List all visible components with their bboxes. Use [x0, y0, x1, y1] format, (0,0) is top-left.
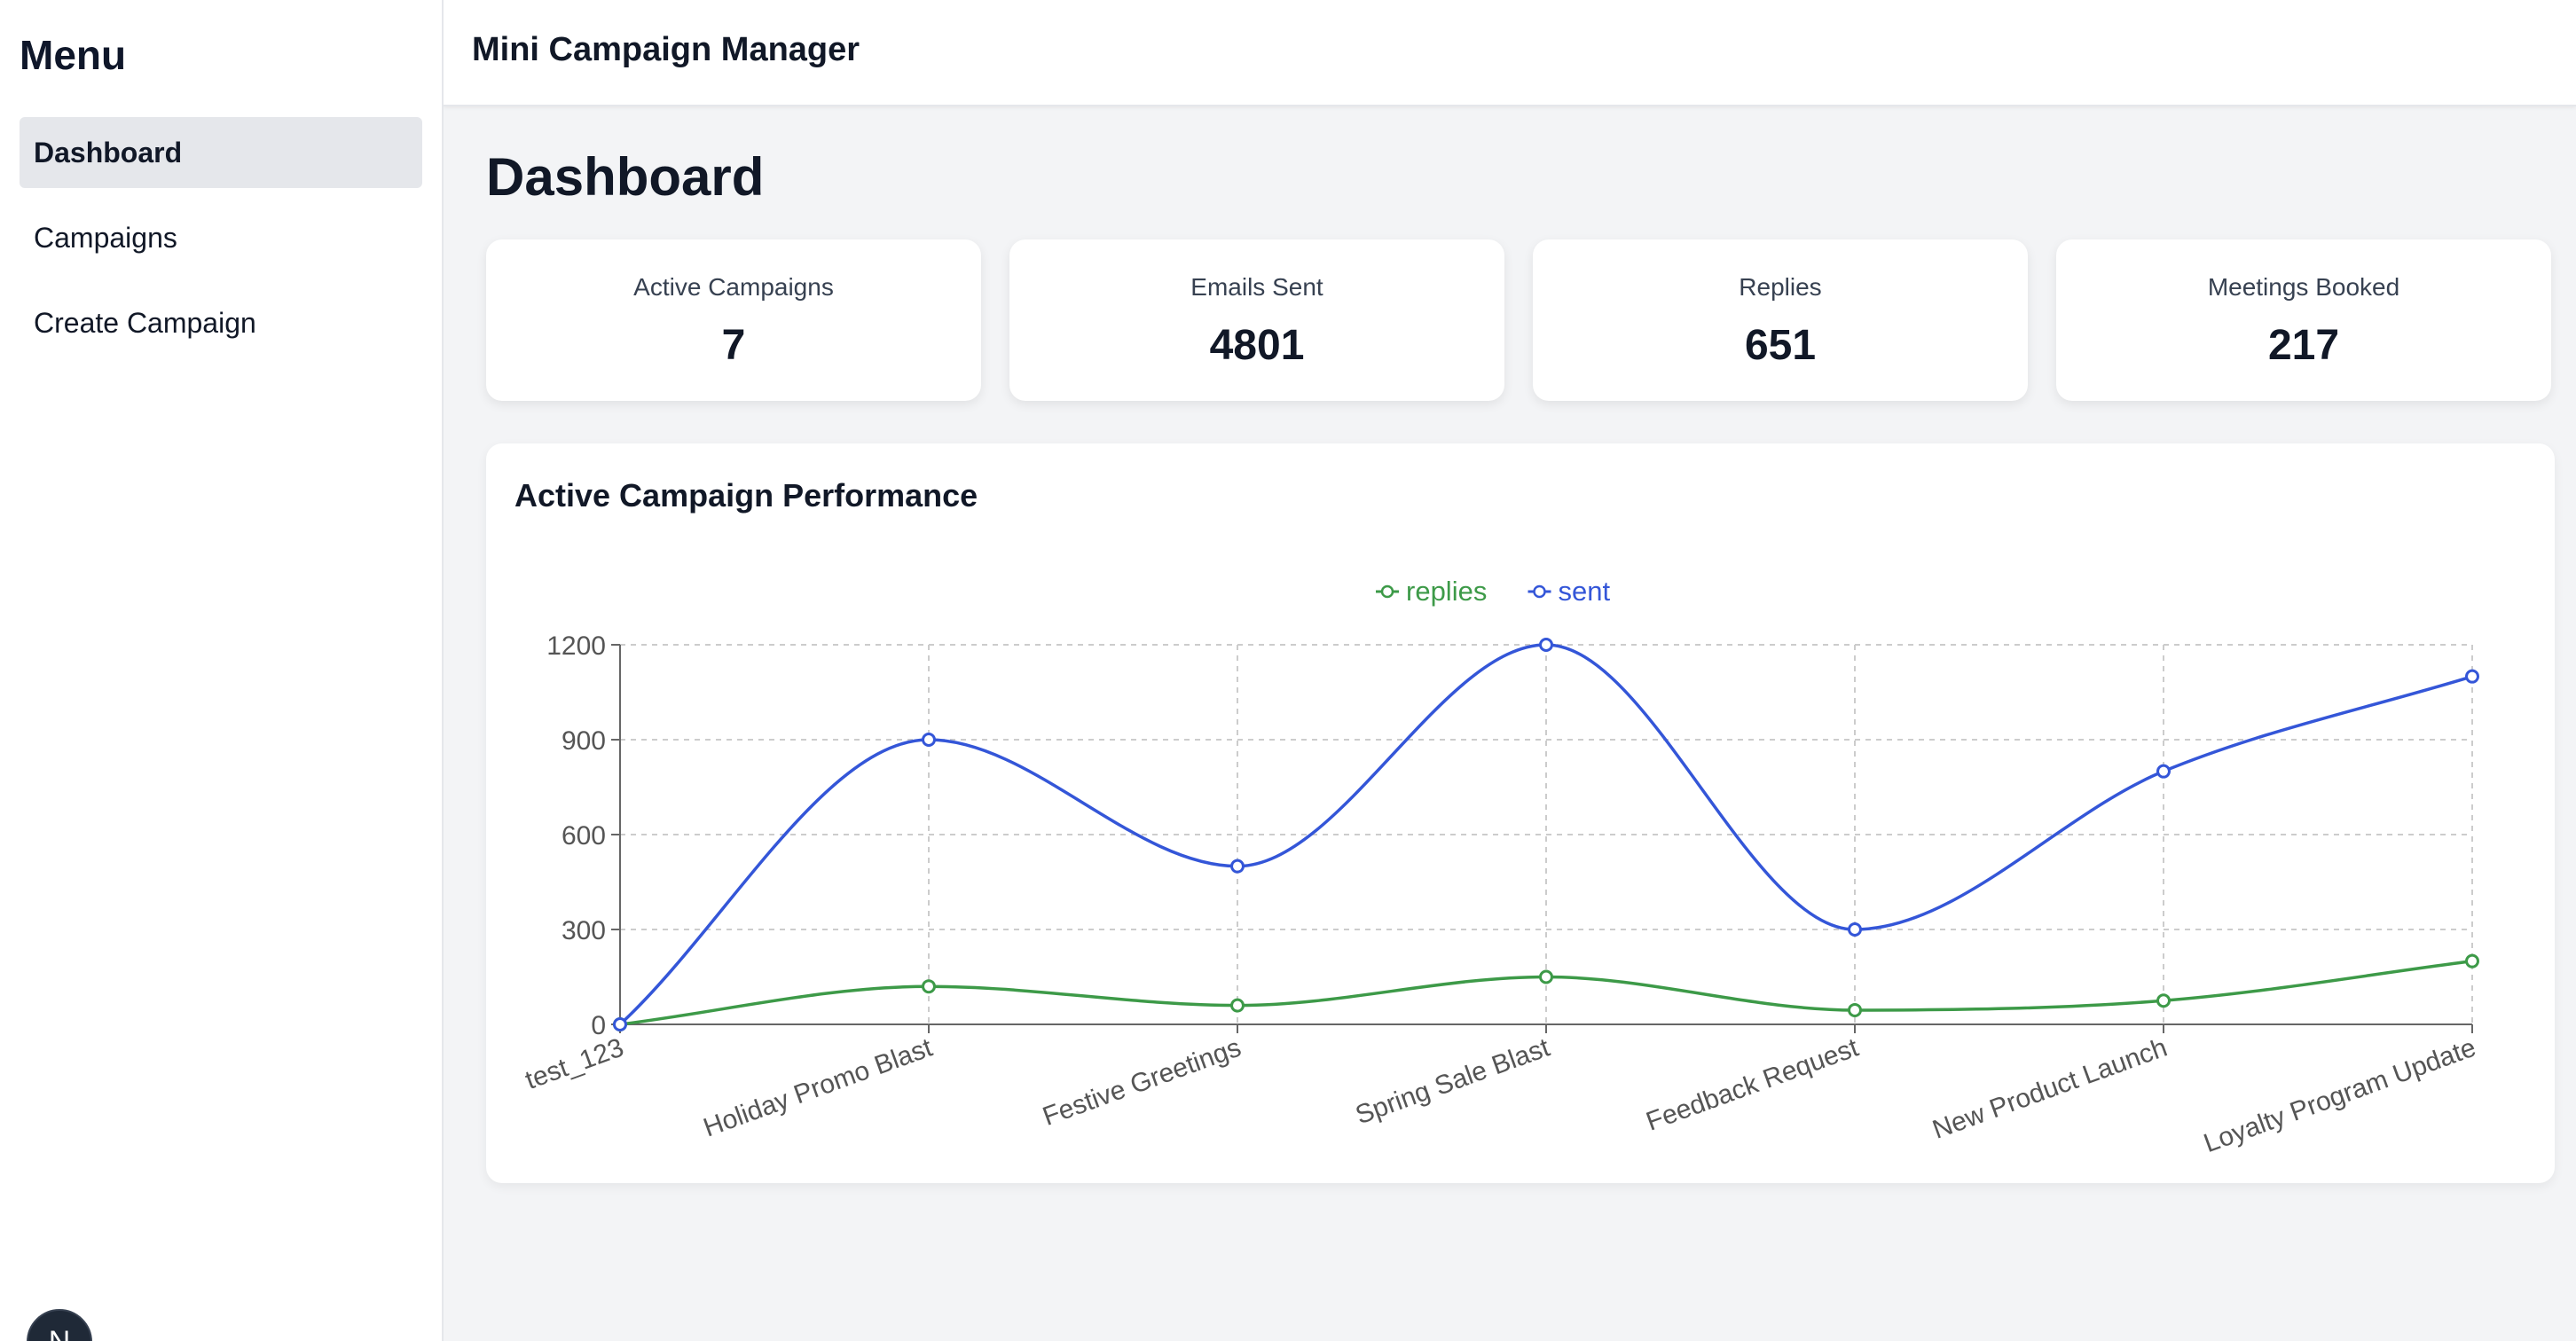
avatar[interactable]: N	[27, 1309, 92, 1341]
chart-card: Active Campaign Performance 0 300 600 900 12…	[486, 443, 2555, 1183]
stat-card-meetings-booked: Meetings Booked 217	[2056, 239, 2551, 401]
data-point-sent	[1848, 922, 1862, 937]
data-point-replies	[2465, 953, 2479, 968]
x-tick-label: Holiday Promo Blast	[700, 1032, 937, 1142]
sidebar-item-dashboard[interactable]: Dashboard	[20, 117, 422, 188]
stat-label: Emails Sent	[1190, 273, 1323, 301]
stat-card-active-campaigns: Active Campaigns 7	[486, 239, 981, 401]
app-root: Menu Dashboard Campaigns Create Campaign…	[0, 0, 2576, 1341]
page-content: Dashboard Active Campaigns 7 Emails Sent…	[444, 106, 2576, 1183]
y-tick-label: 1200	[546, 631, 606, 661]
top-bar: Mini Campaign Manager	[444, 0, 2576, 106]
data-point-sent	[1230, 859, 1245, 874]
sidebar-title: Menu	[20, 32, 127, 78]
y-tick-label: 900	[562, 726, 606, 756]
x-tick-label: Feedback Request	[1642, 1032, 1863, 1136]
data-point-replies	[1230, 998, 1245, 1013]
line-chart: 0 300 600 900 1200 test_123 Holiday Promo Blas…	[522, 576, 2479, 1159]
x-tick-label: Spring Sale Blast	[1352, 1032, 1554, 1130]
stat-value: 7	[721, 322, 746, 369]
stats-row: Active Campaigns 7 Emails Sent 4801 Repl…	[486, 239, 2555, 401]
x-tick-label: Festive Greetings	[1039, 1033, 1245, 1132]
data-point-sent	[613, 1017, 627, 1031]
stat-value: 217	[2267, 322, 2340, 369]
stat-value: 4801	[1209, 322, 1305, 369]
legend-label-sent: sent	[1559, 576, 1611, 607]
data-point-sent	[922, 733, 936, 747]
stat-card-replies: Replies 651	[1533, 239, 2028, 401]
stat-label: Meetings Booked	[2207, 273, 2400, 301]
main-area: Mini Campaign Manager Dashboard Active C…	[444, 0, 2576, 1341]
stat-label: Active Campaigns	[633, 273, 834, 301]
legend-marker-replies	[1380, 584, 1394, 599]
x-tick-label: New Product Launch	[1928, 1033, 2171, 1145]
y-tick-label: 0	[591, 1011, 606, 1040]
page-title: Dashboard	[486, 147, 765, 207]
x-tick-label: test_123	[522, 1033, 627, 1095]
data-point-replies	[2156, 993, 2171, 1008]
legend-marker-sent	[1533, 584, 1546, 599]
legend-label-replies: replies	[1406, 576, 1487, 607]
data-point-replies	[1848, 1002, 1862, 1017]
app-title: Mini Campaign Manager	[472, 30, 860, 68]
stat-value: 651	[1744, 322, 1817, 369]
stat-card-emails-sent: Emails Sent 4801	[1009, 239, 1504, 401]
sidebar-item-campaigns[interactable]: Campaigns	[20, 202, 422, 273]
sidebar-item-create-campaign[interactable]: Create Campaign	[20, 287, 422, 358]
stat-label: Replies	[1739, 273, 1822, 301]
y-tick-label: 600	[562, 821, 606, 851]
sidebar-nav: Dashboard Campaigns Create Campaign	[20, 117, 422, 358]
data-point-replies	[922, 979, 936, 994]
data-point-replies	[1539, 969, 1553, 984]
data-point-sent	[1539, 638, 1553, 652]
x-tick-label: Loyalty Program Update	[2200, 1033, 2479, 1159]
data-point-sent	[2465, 669, 2479, 684]
sidebar: Menu Dashboard Campaigns Create Campaign…	[0, 0, 444, 1341]
y-tick-label: 300	[562, 916, 606, 945]
data-point-sent	[2156, 764, 2171, 779]
